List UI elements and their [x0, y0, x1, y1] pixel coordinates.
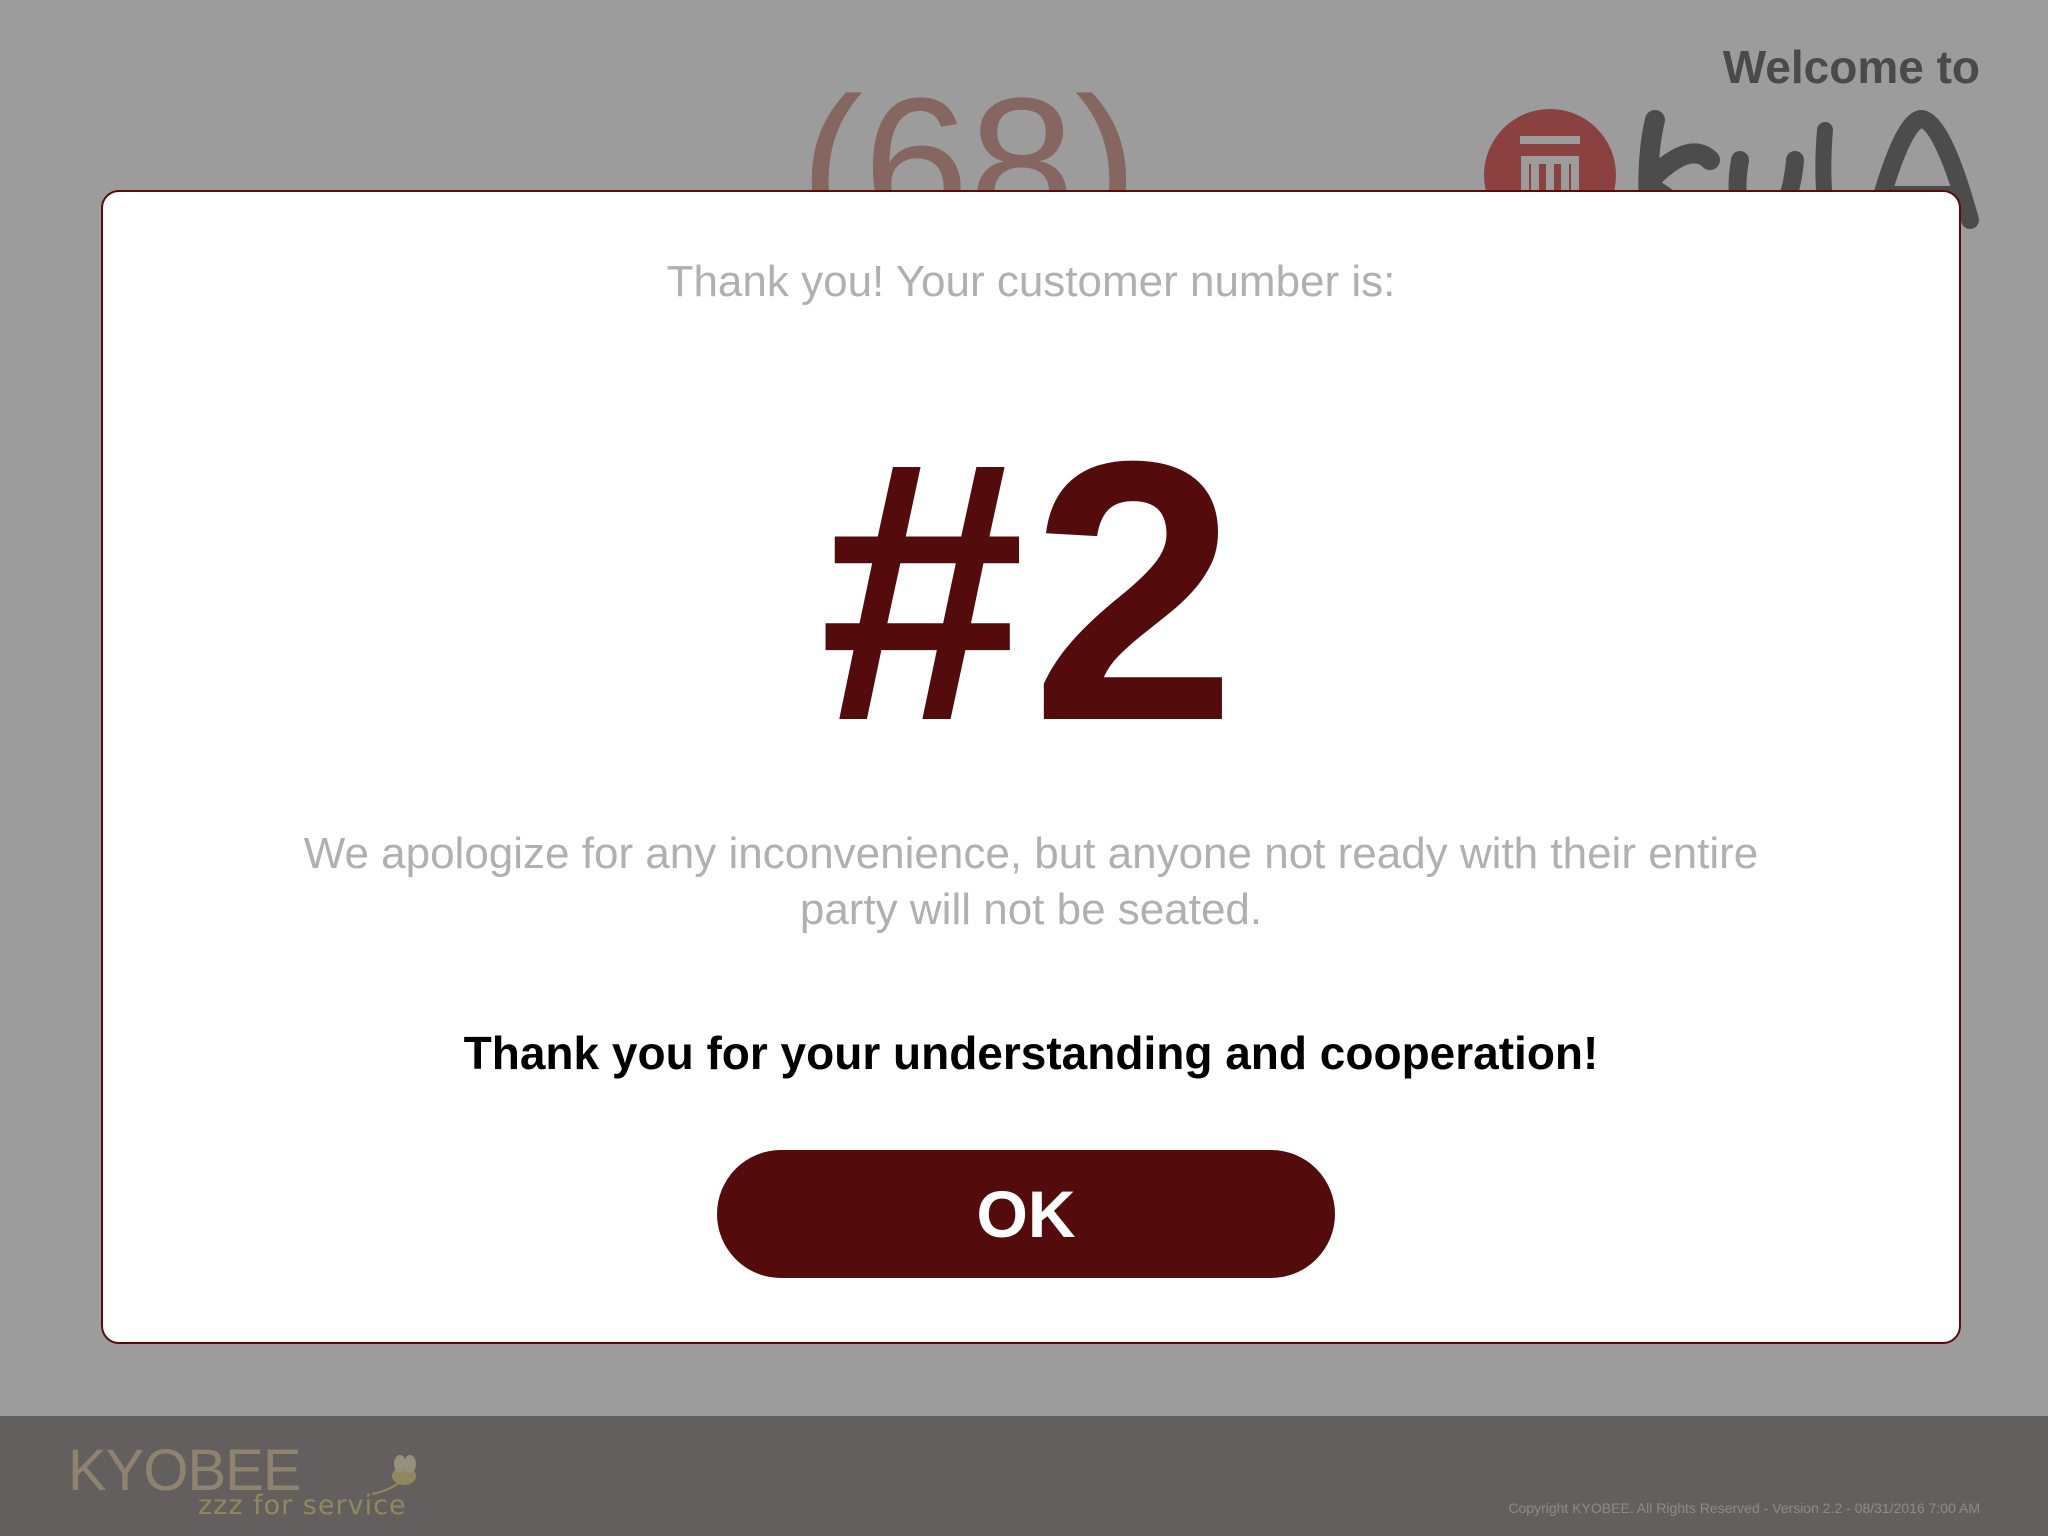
apology-text: We apologize for any inconvenience, but …	[303, 829, 1759, 934]
customer-number-dialog: Thank you! Your customer number is: #2 W…	[101, 190, 1961, 1344]
ok-button[interactable]: OK	[717, 1150, 1335, 1278]
thanks-text: Thank you for your understanding and coo…	[463, 1027, 1599, 1079]
intro-text: Thank you! Your customer number is:	[666, 257, 1396, 306]
customer-number: #2	[819, 385, 1243, 798]
